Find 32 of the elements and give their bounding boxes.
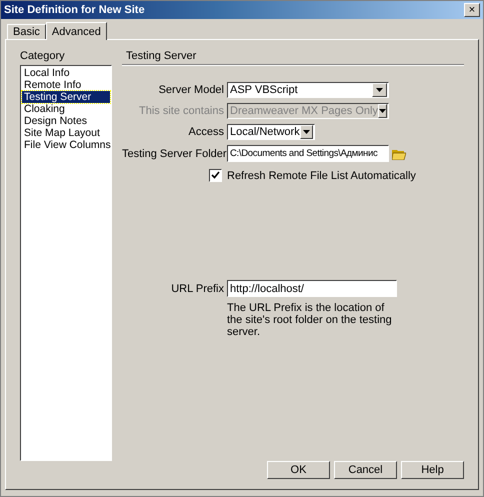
category-item[interactable]: Local Info	[22, 67, 110, 79]
category-item[interactable]: Cloaking	[22, 103, 110, 115]
help-text: The URL Prefix is the location of the site's root folder on the testing server.	[227, 302, 393, 338]
close-button[interactable]: ×	[464, 3, 480, 17]
dropdown-arrow-icon	[302, 130, 310, 134]
field-label: This site contains	[138, 105, 224, 117]
dropdown[interactable]: Local/Network	[227, 124, 315, 140]
window-title: Site Definition for New Site	[4, 4, 145, 16]
field-label: Testing Server Folder	[122, 148, 224, 160]
dropdown-arrow-icon	[378, 109, 386, 113]
tab[interactable]: Advanced	[46, 22, 107, 40]
dropdown-arrow-icon	[376, 88, 383, 92]
checkbox[interactable]	[209, 169, 222, 182]
dialog-button[interactable]: Help	[401, 461, 464, 479]
category-item[interactable]: Remote Info	[22, 79, 110, 91]
checkbox-label: Refresh Remote File List Automatically	[227, 170, 416, 182]
dialog-button[interactable]: OK	[267, 461, 330, 479]
input-field[interactable]: C:\Documents and Settings\Админис	[227, 145, 389, 162]
category-label: Category	[20, 50, 66, 62]
category-item[interactable]: Testing Server	[22, 91, 110, 103]
section-title: Testing Server	[122, 50, 464, 65]
tab[interactable]: Basic	[7, 24, 46, 39]
category-item[interactable]: File View Columns	[22, 139, 110, 151]
field-label: Access	[188, 126, 224, 138]
category-item[interactable]: Design Notes	[22, 115, 110, 127]
field-label: URL Prefix	[170, 282, 224, 294]
dialog-button[interactable]: Cancel	[334, 461, 397, 479]
dropdown[interactable]: ASP VBScript	[227, 82, 389, 98]
input-field[interactable]: http://localhost/	[227, 280, 397, 297]
field-label: Server Model	[158, 84, 224, 96]
folder-icon[interactable]	[392, 148, 406, 160]
category-item[interactable]: Site Map Layout	[22, 127, 110, 139]
